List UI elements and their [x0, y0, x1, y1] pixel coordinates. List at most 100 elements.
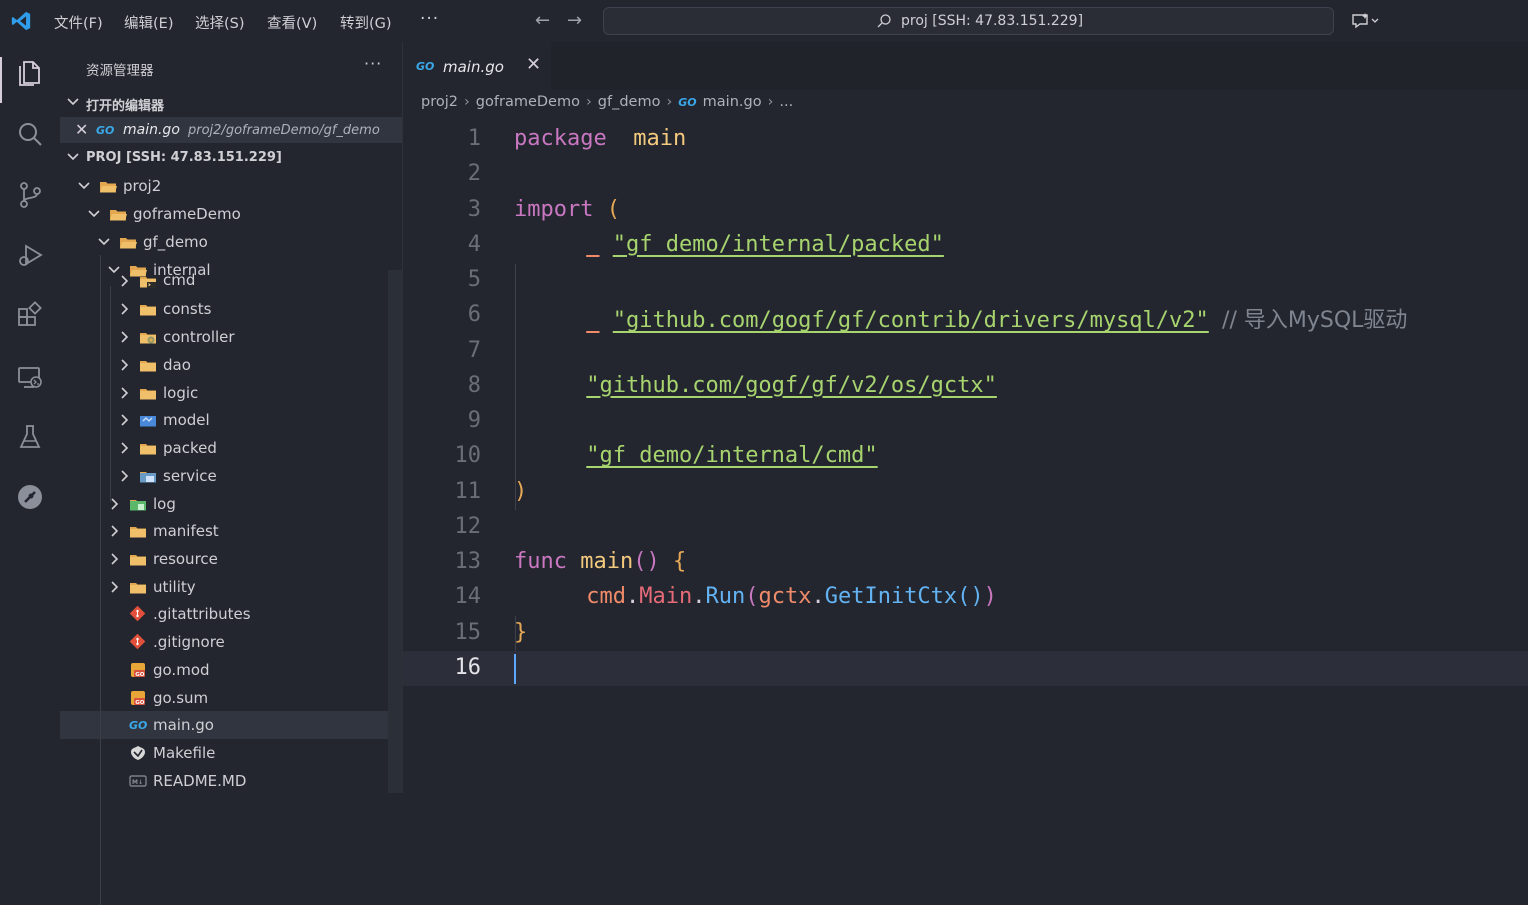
forward-arrow-icon[interactable]: →: [567, 10, 582, 31]
code-line[interactable]: 1 package main: [403, 122, 1528, 157]
code-token: (: [745, 584, 759, 610]
tree-item-label: gf_demo: [143, 233, 208, 251]
tree-folder-utility[interactable]: utility: [60, 573, 388, 601]
code-line[interactable]: 11): [403, 475, 1528, 510]
chevron-right-icon[interactable]: [117, 413, 131, 427]
tree-file-makefile[interactable]: Makefile: [60, 739, 388, 767]
code-line[interactable]: 5: [403, 263, 1528, 298]
breadcrumb: proj2 › goframeDemo › gf_demo › GO main.go ›...: [421, 94, 793, 110]
code-line[interactable]: 8 "github.com/gogf/gf/v2/os/gctx": [403, 369, 1528, 404]
code-text: "gf_demo/internal/cmd": [573, 443, 877, 468]
chevron-right-icon[interactable]: [107, 580, 121, 594]
tree-file-gitignore[interactable]: .gitignore: [60, 628, 388, 656]
breadcrumb-item[interactable]: ...: [779, 94, 793, 110]
code-token: cmd: [586, 584, 626, 610]
tree-item-label: logic: [163, 384, 199, 402]
extensions-icon[interactable]: [15, 300, 45, 330]
tree-folder-manifest[interactable]: manifest: [60, 517, 388, 545]
tree-file-gomod[interactable]: GO go.mod: [60, 656, 388, 684]
chevron-down-icon[interactable]: [97, 235, 111, 249]
menu-edit[interactable]: 编辑(E): [124, 12, 173, 33]
folder-cmd-icon: [139, 273, 157, 289]
workspace-header[interactable]: PROJ [SSH: 47.83.151.229]: [60, 146, 402, 170]
code-line[interactable]: 7: [403, 334, 1528, 369]
code-text: import (: [514, 197, 620, 222]
explorer-files-icon[interactable]: [15, 57, 45, 87]
command-center-search[interactable]: proj [SSH: 47.83.151.229]: [603, 7, 1334, 35]
code-line[interactable]: 2: [403, 157, 1528, 192]
testing-flask-icon[interactable]: [15, 422, 45, 452]
remote-explorer-icon[interactable]: [15, 362, 45, 392]
menu-view[interactable]: 查看(V): [267, 12, 317, 33]
code-editor[interactable]: 1 package main 2 3 import (4 _ "gf_demo/inte…: [403, 116, 1528, 793]
tree-file-readmemd[interactable]: M↓ README.MD: [60, 767, 388, 795]
tree-folder-gfdemo[interactable]: gf_demo: [60, 228, 388, 256]
tab-main-go[interactable]: GO main.go ✕: [403, 42, 551, 90]
code-line[interactable]: 10 "gf_demo/internal/cmd": [403, 439, 1528, 474]
tree-folder-resource[interactable]: resource: [60, 545, 388, 573]
open-editor-item[interactable]: ✕ GO main.go proj2/goframeDemo/gf_demo: [60, 117, 402, 143]
code-line[interactable]: 3 import (: [403, 193, 1528, 228]
gitlens-icon[interactable]: [15, 482, 45, 512]
tree-file-gitattributes[interactable]: .gitattributes: [60, 600, 388, 628]
svg-text:GO: GO: [135, 672, 145, 678]
line-number: 13: [454, 549, 482, 574]
code-line[interactable]: 13 func main() {: [403, 545, 1528, 580]
chevron-right-icon[interactable]: [117, 469, 131, 483]
code-line[interactable]: 15}: [403, 616, 1528, 651]
tree-file-maingo[interactable]: GO main.go: [60, 711, 388, 739]
search-icon[interactable]: [15, 119, 45, 149]
folder-log-icon: [129, 496, 147, 512]
chevron-right-icon[interactable]: [107, 524, 121, 538]
tree-item-label: Makefile: [153, 744, 216, 762]
copilot-chat-icon[interactable]: [1350, 11, 1380, 31]
code-line[interactable]: 14 cmd.Main.Run(gctx.GetInitCtx()): [403, 580, 1528, 615]
chevron-right-icon[interactable]: [117, 302, 131, 316]
sidebar-scrollbar[interactable]: [388, 270, 402, 793]
chevron-right-icon: ›: [666, 94, 673, 110]
chevron-right-icon[interactable]: [117, 358, 131, 372]
breadcrumb-item[interactable]: goframeDemo: [476, 94, 580, 110]
code-line[interactable]: 16: [403, 650, 1528, 686]
chevron-right-icon[interactable]: [117, 441, 131, 455]
menu-file[interactable]: 文件(F): [54, 12, 103, 33]
breadcrumb-item[interactable]: proj2: [421, 94, 458, 110]
menu-selection[interactable]: 选择(S): [195, 12, 245, 33]
folder-open-icon: [99, 178, 117, 194]
chevron-down-icon[interactable]: [87, 207, 101, 221]
code-token: main: [633, 126, 687, 151]
code-line[interactable]: 12: [403, 510, 1528, 545]
chevron-right-icon[interactable]: [117, 386, 131, 400]
tree-file-gosum[interactable]: GO go.sum: [60, 684, 388, 712]
breadcrumb-item[interactable]: gf_demo: [598, 94, 661, 110]
tree-folder-proj2[interactable]: proj2: [60, 172, 388, 200]
chevron-right-icon[interactable]: [107, 552, 121, 566]
chevron-down-icon[interactable]: [77, 179, 91, 193]
menu-more-button[interactable]: ···: [420, 9, 439, 29]
code-token: "github.com/gogf/gf/v2/os/gctx": [586, 372, 997, 398]
tree-item-label: .gitattributes: [153, 605, 251, 623]
breadcrumb-item[interactable]: main.go: [703, 94, 762, 110]
code-line[interactable]: 4 _ "gf_demo/internal/packed": [403, 228, 1528, 263]
close-icon[interactable]: ✕: [75, 120, 88, 139]
chevron-right-icon[interactable]: [117, 330, 131, 344]
back-arrow-icon[interactable]: ←: [535, 10, 550, 31]
open-editors-header[interactable]: 打开的编辑器: [60, 91, 402, 115]
tree-folder-goframedemo[interactable]: goframeDemo: [60, 200, 388, 228]
code-line[interactable]: 9: [403, 404, 1528, 439]
line-number: 10: [454, 443, 482, 469]
explorer-more-actions-button[interactable]: ···: [364, 54, 382, 73]
menu-go[interactable]: 转到(G): [340, 12, 392, 33]
tree-item-label: dao: [163, 356, 191, 374]
vscode-logo-icon[interactable]: [10, 10, 32, 32]
code-line[interactable]: 6 _ "github.com/gogf/gf/contrib/drivers/…: [403, 298, 1528, 333]
run-debug-icon[interactable]: [15, 240, 45, 270]
chevron-right-icon[interactable]: [117, 274, 131, 288]
source-control-icon[interactable]: [15, 180, 45, 210]
tree-item-label: goframeDemo: [133, 205, 241, 223]
tab-close-icon[interactable]: ✕: [526, 54, 541, 75]
chevron-down-icon: [67, 98, 79, 106]
tree-item-label: model: [163, 411, 210, 429]
